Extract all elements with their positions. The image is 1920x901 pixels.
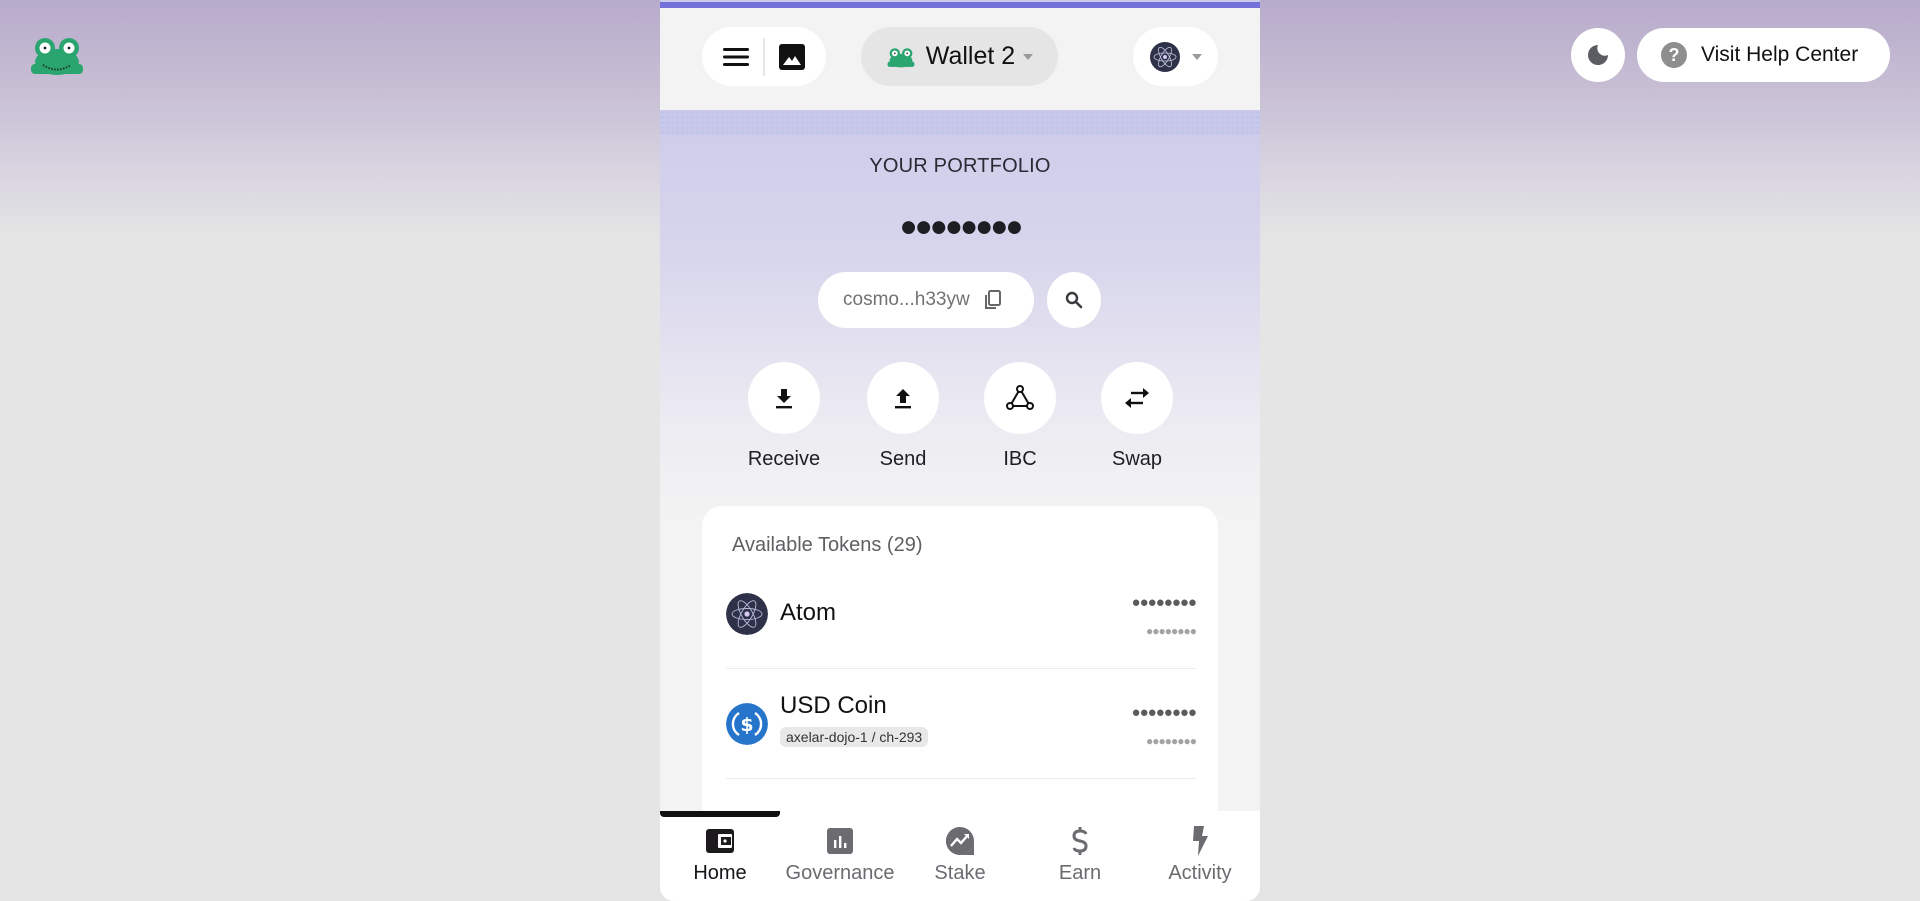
wallet-selector[interactable]: Wallet 2 xyxy=(861,27,1058,86)
nav-activity[interactable]: Activity xyxy=(1140,811,1260,901)
ibc-circle xyxy=(984,362,1056,434)
nav-label: Stake xyxy=(934,862,986,884)
available-tokens-title: Available Tokens (29) xyxy=(732,534,923,556)
cosmos-hub-icon xyxy=(1149,41,1180,72)
swap-label: Swap xyxy=(1111,448,1163,470)
portfolio-balance-hidden[interactable]: ●●●●●●●● xyxy=(660,210,1260,244)
nav-home[interactable]: Home xyxy=(660,811,780,901)
wallet-icon xyxy=(705,826,735,856)
leap-frog-logo xyxy=(28,34,86,76)
search-icon xyxy=(1065,291,1083,309)
menu-pill xyxy=(702,27,826,86)
svg-text:$: $ xyxy=(740,714,753,736)
receive-button[interactable]: Receive xyxy=(739,362,829,471)
nav-label: Activity xyxy=(1168,862,1232,884)
decorative-strip xyxy=(660,110,1260,135)
dollar-icon xyxy=(1070,826,1090,856)
divider xyxy=(763,37,765,76)
download-icon xyxy=(776,389,792,409)
nav-earn[interactable]: Earn xyxy=(1020,811,1140,901)
receive-circle xyxy=(748,362,820,434)
nav-stake[interactable]: Stake xyxy=(900,811,1020,901)
token-amount-hidden: ●●●●●●●● xyxy=(1131,594,1197,611)
ibc-label: IBC xyxy=(1003,448,1037,470)
bottom-navigation: Home Governance Stake Earn Activity xyxy=(660,811,1260,901)
search-button[interactable] xyxy=(1047,272,1101,328)
lightning-icon xyxy=(1191,826,1209,856)
wallet-name: Wallet 2 xyxy=(925,42,1016,70)
chevron-down-icon xyxy=(1023,53,1034,60)
theme-toggle-button[interactable] xyxy=(1571,28,1625,82)
wallet-panel: Wallet 2 YOUR PORTFOLIO ●●●●●●●● cosmo..… xyxy=(660,0,1260,901)
upload-icon xyxy=(895,389,911,409)
question-icon: ? xyxy=(1661,42,1687,68)
image-icon xyxy=(779,43,805,70)
copy-address-button[interactable]: cosmo...h33yw xyxy=(818,272,1034,328)
copy-icon xyxy=(984,290,1001,309)
swap-circle xyxy=(1101,362,1173,434)
help-button-label: Visit Help Center xyxy=(1701,43,1859,66)
send-label: Send xyxy=(879,448,927,470)
bar-chart-icon xyxy=(827,826,853,856)
token-row-usd-coin[interactable]: $ USD Coin axelar-dojo-1 / ch-293 ●●●●●●… xyxy=(726,670,1197,780)
token-row-atom[interactable]: Atom ●●●●●●●● ●●●●●●●● xyxy=(726,560,1197,670)
atom-icon xyxy=(726,593,768,635)
swap-button[interactable]: Swap xyxy=(1092,362,1182,471)
token-value-hidden: ●●●●●●●● xyxy=(1146,624,1197,638)
frog-icon xyxy=(31,38,83,75)
frog-icon xyxy=(887,47,915,67)
send-circle xyxy=(867,362,939,434)
wallet-address: cosmo...h33yw xyxy=(843,289,970,310)
nav-label: Home xyxy=(693,862,747,884)
hamburger-icon xyxy=(723,47,749,66)
chevron-down-icon xyxy=(1191,53,1202,60)
portfolio-label: YOUR PORTFOLIO xyxy=(869,155,1051,177)
trending-up-icon xyxy=(945,826,975,856)
row-divider xyxy=(726,668,1196,669)
moon-icon xyxy=(1588,45,1608,65)
row-divider xyxy=(726,778,1196,779)
active-tab-indicator xyxy=(660,811,780,817)
nft-gallery-button[interactable] xyxy=(774,39,810,75)
panel-header: Wallet 2 xyxy=(660,8,1260,110)
visit-help-center-button[interactable]: ? Visit Help Center xyxy=(1637,28,1890,82)
token-amount-hidden: ●●●●●●●● xyxy=(1131,704,1197,721)
nav-governance[interactable]: Governance xyxy=(780,811,900,901)
send-button[interactable]: Send xyxy=(858,362,948,471)
ibc-triangle-icon xyxy=(1006,385,1034,410)
nav-label: Governance xyxy=(785,862,895,884)
token-value-hidden: ●●●●●●●● xyxy=(1146,734,1197,748)
token-chain-badge: axelar-dojo-1 / ch-293 xyxy=(780,727,929,747)
ibc-button[interactable]: IBC xyxy=(975,362,1065,471)
receive-label: Receive xyxy=(747,448,821,470)
swap-arrows-icon xyxy=(1125,388,1149,408)
usdc-icon: $ xyxy=(726,703,768,745)
menu-button[interactable] xyxy=(718,39,754,75)
chain-selector[interactable] xyxy=(1133,27,1218,86)
token-name: USD Coin xyxy=(780,692,887,719)
nav-label: Earn xyxy=(1058,862,1102,884)
token-name: Atom xyxy=(780,599,837,626)
